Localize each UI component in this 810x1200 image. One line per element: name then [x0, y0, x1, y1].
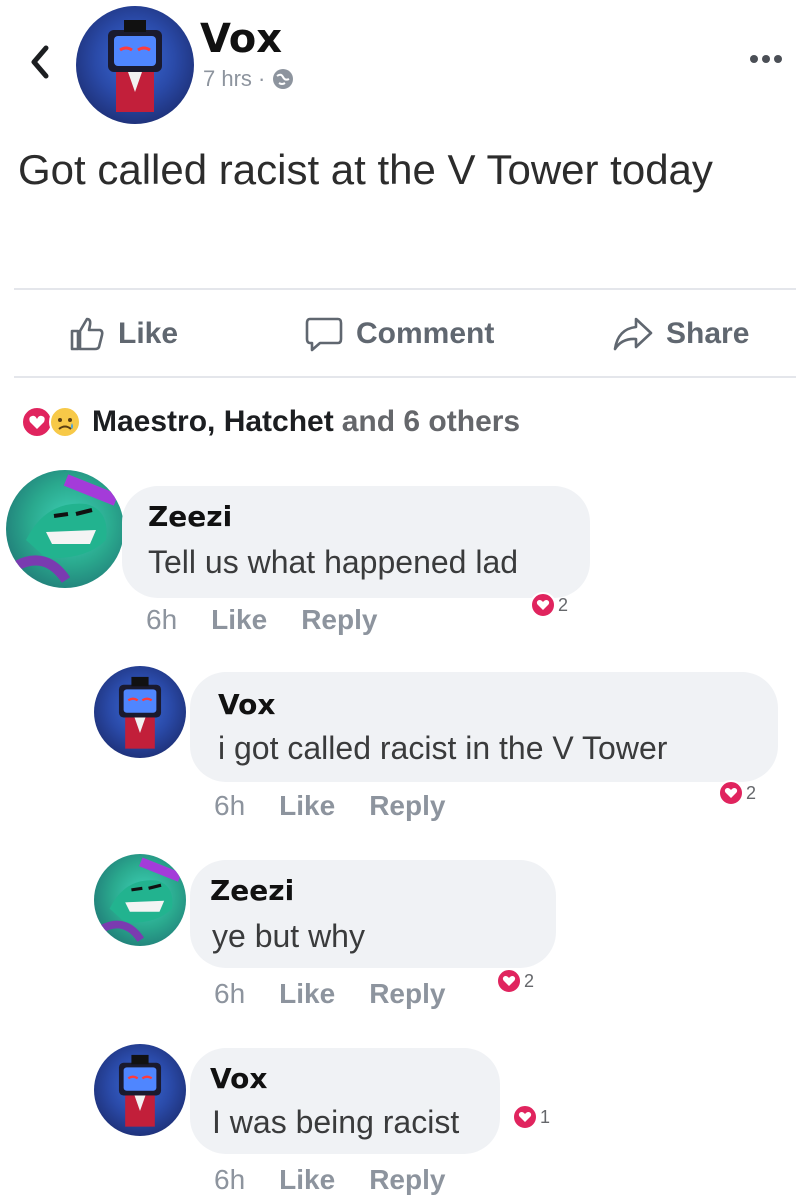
- love-reaction-icon: [718, 780, 744, 806]
- comment-time: 6h: [214, 790, 246, 821]
- comment-meta: 6h Like Reply: [214, 1164, 445, 1196]
- reaction-others[interactable]: and 6 others: [342, 405, 520, 439]
- avatar-image: [118, 1054, 162, 1127]
- comment-text: I was being racist: [212, 1104, 460, 1140]
- reaction-count: 2: [558, 594, 569, 615]
- more-options-button[interactable]: [748, 52, 784, 70]
- sad-reaction-icon: [49, 406, 81, 438]
- globe-icon: [273, 69, 294, 89]
- comment-author[interactable]: Zeezi: [210, 874, 294, 907]
- reaction-count: 2: [746, 782, 757, 803]
- post-author-avatar[interactable]: [76, 6, 194, 124]
- share-arrow-icon: [613, 317, 653, 351]
- comment-author[interactable]: Zeezi: [148, 500, 232, 533]
- avatar-image: [108, 20, 162, 112]
- post-text: Got called racist at the V Tower today: [18, 146, 713, 193]
- comment-author[interactable]: Vox: [210, 1062, 267, 1095]
- post-timestamp: 7 hrs ·: [203, 66, 295, 92]
- comment-meta: 6h Like Reply: [146, 604, 377, 636]
- love-reaction-icon: [530, 592, 556, 618]
- comment-avatar[interactable]: [6, 470, 124, 588]
- share-label: Share: [666, 317, 750, 350]
- back-chevron-icon: [31, 45, 49, 79]
- comment-text: i got called racist in the V Tower: [218, 730, 668, 766]
- comment-reply-button[interactable]: Reply: [369, 1164, 445, 1196]
- reaction-names[interactable]: Maestro, Hatchet: [92, 405, 334, 439]
- comment-avatar[interactable]: [94, 666, 186, 758]
- like-button[interactable]: Like: [68, 306, 178, 362]
- post-action-bar: Like Comment Share: [0, 306, 810, 362]
- more-options-icon: [750, 55, 782, 63]
- comment-time: 6h: [146, 604, 178, 635]
- comment-author[interactable]: Vox: [218, 688, 275, 721]
- avatar-image: [99, 857, 182, 943]
- comment-like-button[interactable]: Like: [279, 978, 335, 1010]
- divider: [14, 376, 796, 378]
- love-reaction-icon: [512, 1104, 538, 1130]
- post-time-text: 7 hrs ·: [203, 66, 266, 91]
- divider: [14, 288, 796, 290]
- back-button[interactable]: [26, 42, 52, 82]
- avatar-image: [13, 474, 119, 583]
- comment-reaction-count[interactable]: 2: [718, 780, 756, 806]
- comment-meta: 6h Like Reply: [214, 978, 445, 1010]
- comment-like-button[interactable]: Like: [279, 790, 335, 822]
- comment-like-button[interactable]: Like: [211, 604, 267, 636]
- comment-reaction-count[interactable]: 1: [512, 1104, 550, 1130]
- reaction-count: 1: [540, 1106, 551, 1127]
- comment-time: 6h: [214, 1164, 246, 1195]
- reaction-summary[interactable]: Maestro, Hatchet and 6 others: [20, 400, 520, 444]
- comment-time: 6h: [214, 978, 246, 1009]
- thumbs-up-icon: [70, 317, 104, 351]
- comment-reply-button[interactable]: Reply: [369, 790, 445, 822]
- comment-meta: 6h Like Reply: [214, 790, 445, 822]
- love-reaction-icon: [496, 968, 522, 994]
- comment-label: Comment: [356, 317, 495, 350]
- comment-reaction-count[interactable]: 2: [530, 592, 568, 618]
- comment-reply-button[interactable]: Reply: [301, 604, 377, 636]
- comment-text: ye but why: [212, 918, 365, 954]
- comment-like-button[interactable]: Like: [279, 1164, 335, 1196]
- reaction-count: 2: [524, 970, 535, 991]
- avatar-image: [118, 676, 162, 749]
- post-author-name[interactable]: Vox: [200, 16, 282, 62]
- share-button[interactable]: Share: [612, 306, 749, 362]
- comment-button[interactable]: Comment: [304, 306, 494, 362]
- comment-reply-button[interactable]: Reply: [369, 978, 445, 1010]
- comment-icon: [305, 317, 343, 352]
- like-label: Like: [118, 317, 179, 350]
- comment-text: Tell us what happened lad: [148, 544, 519, 580]
- comment-reaction-count[interactable]: 2: [496, 968, 534, 994]
- comment-avatar[interactable]: [94, 1044, 186, 1136]
- comment-avatar[interactable]: [94, 854, 186, 946]
